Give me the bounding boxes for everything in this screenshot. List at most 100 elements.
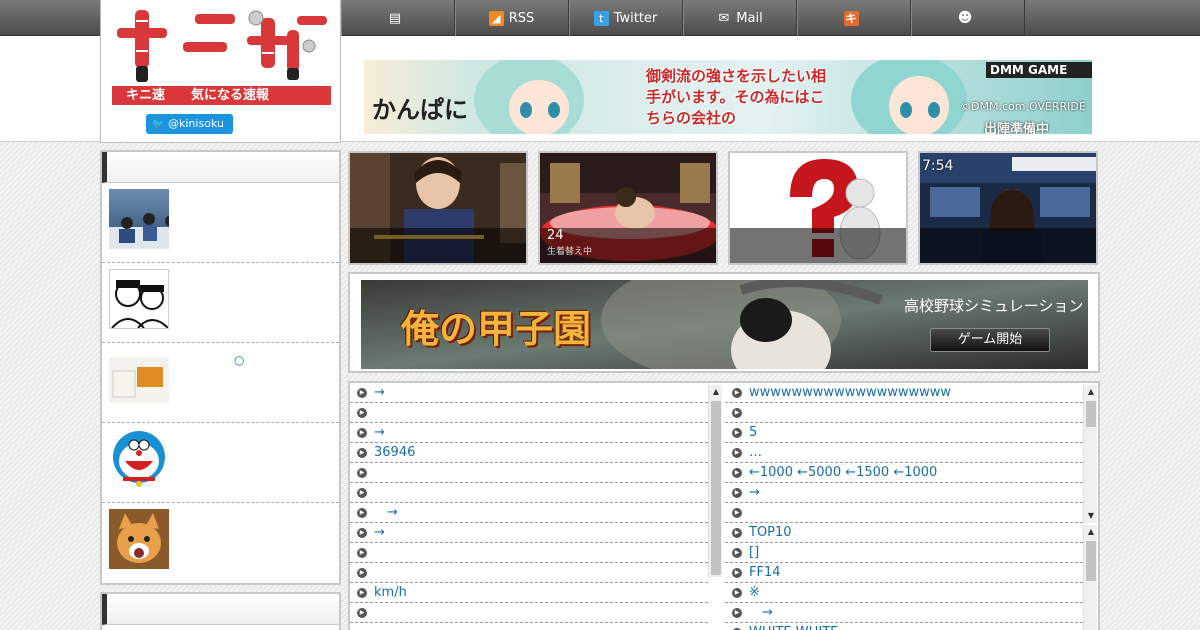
feed-row[interactable]: ▶ FF14 — [725, 563, 1083, 583]
feed-row[interactable]: ▶ 5 — [725, 423, 1083, 443]
sidebar-item[interactable] — [102, 503, 339, 583]
article-thumbnail[interactable]: 7:54 — [918, 151, 1098, 265]
play-bullet-icon: ▶ — [732, 528, 742, 538]
feed-link[interactable]: ※ — [749, 583, 760, 602]
nav-item-hatena[interactable]: キ — [797, 0, 911, 36]
sidebar-item[interactable] — [102, 183, 339, 263]
nav-item-mail[interactable]: ✉ Mail — [683, 0, 797, 36]
feed-link[interactable]: → — [749, 603, 773, 622]
feed-links-panel: ▶ → ▶ ▶ → ▶ 36946 ▶ ▶ ▶ → ▶ → ▶ ▶ ▶ km/h ▶ ▲ ▶ wwwwwwwwww… — [348, 381, 1100, 630]
nav-item-smiley[interactable]: ☻ — [911, 0, 1025, 36]
feed-row[interactable]: ▶ [] — [725, 543, 1083, 563]
article-thumbnail[interactable] — [728, 151, 908, 265]
feed-row[interactable]: ▶ — [725, 503, 1083, 523]
sidebar-item[interactable] — [102, 423, 339, 503]
feed-link[interactable]: WHITE WHITE — [749, 623, 838, 630]
play-bullet-icon: ▶ — [732, 408, 742, 418]
site-logo[interactable]: キニ速 気になる速報 🐦 @kinisoku — [100, 0, 341, 143]
play-bullet-icon: ▶ — [732, 388, 742, 398]
twitter-follow-button[interactable]: 🐦 @kinisoku — [146, 114, 233, 134]
feed-right-bottom-scrollbar[interactable]: ▲ — [1083, 525, 1097, 630]
nav-item-twitter[interactable]: t Twitter — [569, 0, 683, 36]
scroll-up-arrow-icon[interactable]: ▲ — [1084, 385, 1098, 399]
play-bullet-icon: ▶ — [357, 468, 367, 478]
feed-link[interactable]: ←1000 ←5000 ←1500 ←1000 — [749, 463, 937, 482]
scroll-up-arrow-icon[interactable]: ▲ — [709, 385, 723, 399]
nav-item-document[interactable]: ▤ — [341, 0, 455, 36]
feed-row[interactable]: ▶ ←1000 ←5000 ←1500 ←1000 — [725, 463, 1083, 483]
scroll-down-arrow-icon[interactable]: ▼ — [1084, 509, 1098, 523]
play-bullet-icon: ▶ — [357, 428, 367, 438]
feed-link[interactable]: wwwwwwwwwwwwwwwwwww — [749, 383, 951, 402]
sidebar-item[interactable] — [102, 263, 339, 343]
play-bullet-icon: ▶ — [732, 488, 742, 498]
feed-row[interactable]: ▶ — [725, 403, 1083, 423]
nav-label-twitter: Twitter — [613, 10, 658, 26]
scrollbar-thumb[interactable] — [711, 401, 721, 575]
play-bullet-icon: ▶ — [357, 488, 367, 498]
banner-credit: ©DMM.com OVERRIDE — [960, 100, 1086, 113]
feed-link[interactable]: → — [374, 383, 385, 402]
feed-row[interactable]: ▶ → — [350, 383, 708, 403]
feed-row[interactable]: ▶ → — [350, 503, 708, 523]
sidebar-item-text[interactable]: ○ — [234, 353, 244, 367]
sidebar-thumbnail[interactable] — [109, 509, 169, 569]
feed-left-scrollbar[interactable]: ▲ — [708, 385, 722, 577]
article-thumbnail[interactable]: 24 生着替え中 — [538, 151, 718, 265]
feed-row[interactable]: ▶ ※ — [725, 583, 1083, 603]
sidebar-thumbnail[interactable] — [109, 429, 169, 489]
sidebar-item[interactable]: ○ — [102, 343, 339, 423]
feed-link[interactable]: 5 — [749, 423, 757, 442]
feed-row[interactable]: ▶ → — [350, 523, 708, 543]
feed-link[interactable]: → — [374, 503, 398, 522]
sidebar-thumbnail[interactable] — [109, 357, 169, 403]
feed-link[interactable]: FF14 — [749, 563, 781, 582]
sidebar-thumbnail[interactable] — [109, 189, 169, 249]
feed-link[interactable]: → — [374, 523, 385, 542]
scroll-up-arrow-icon[interactable]: ▲ — [1084, 525, 1098, 539]
feed-link[interactable]: 36946 — [374, 443, 415, 462]
feed-row[interactable]: ▶ → — [725, 603, 1083, 623]
nav-label-rss: RSS — [508, 10, 535, 26]
play-bullet-icon: ▶ — [732, 428, 742, 438]
scrollbar-thumb[interactable] — [1086, 401, 1096, 427]
feed-link[interactable]: TOP10 — [749, 523, 792, 542]
feed-row[interactable]: ▶ — [350, 463, 708, 483]
feed-row[interactable]: ▶ → — [350, 423, 708, 443]
feed-row[interactable]: ▶ wwwwwwwwwwwwwwwwwww — [725, 383, 1083, 403]
feed-link[interactable]: [] — [749, 543, 759, 562]
nav-item-rss[interactable]: ◢ RSS — [455, 0, 569, 36]
article-thumbnail[interactable] — [348, 151, 528, 265]
feed-right-top-scrollbar[interactable]: ▲ ▼ — [1083, 385, 1097, 523]
feed-link[interactable]: … — [749, 443, 762, 462]
sidebar-thumbnail[interactable] — [109, 269, 169, 329]
scrollbar-thumb[interactable] — [1086, 541, 1096, 581]
feed-row[interactable]: ▶ TOP10 — [725, 523, 1083, 543]
sidebar-panel-header — [102, 152, 339, 183]
feed-column-right-bottom: ▶ TOP10▶[] ▶ FF14▶※▶ →▶WHITE WHITE — [725, 523, 1083, 630]
feed-row[interactable]: ▶ 36946 — [350, 443, 708, 463]
feed-row[interactable]: ▶ — [350, 603, 708, 623]
feed-row[interactable]: ▶ — [350, 403, 708, 423]
feed-row[interactable]: ▶ — [350, 543, 708, 563]
top-ad-banner[interactable]: かんぱに 御剣流の強さを示したい相手がいます。その為にはこちらの会社の DMM … — [364, 60, 1092, 134]
sidebar-ranking-panel: ○ — [100, 150, 341, 585]
feed-row[interactable]: ▶… — [725, 443, 1083, 463]
play-bullet-icon: ▶ — [732, 568, 742, 578]
game-title: 俺の甲子園 — [401, 306, 592, 351]
feed-link[interactable]: → — [374, 423, 385, 442]
banner-brand: DMM GAME — [990, 63, 1068, 77]
nav-label-mail: Mail — [736, 10, 763, 26]
play-bullet-icon: ▶ — [732, 468, 742, 478]
play-bullet-icon: ▶ — [732, 508, 742, 518]
feed-row[interactable]: ▶ → — [725, 483, 1083, 503]
feed-link[interactable]: km/h — [374, 583, 407, 602]
feed-row[interactable]: ▶ — [350, 563, 708, 583]
play-bullet-icon: ▶ — [357, 448, 367, 458]
game-ad-banner[interactable]: 俺の甲子園 高校野球シミュレーション ゲーム開始 — [361, 280, 1088, 369]
feed-row[interactable]: ▶ — [350, 483, 708, 503]
feed-row[interactable]: ▶ km/h — [350, 583, 708, 603]
feed-row[interactable]: ▶WHITE WHITE — [725, 623, 1083, 630]
game-start-button[interactable]: ゲーム開始 — [930, 328, 1050, 352]
feed-link[interactable]: → — [749, 483, 760, 502]
